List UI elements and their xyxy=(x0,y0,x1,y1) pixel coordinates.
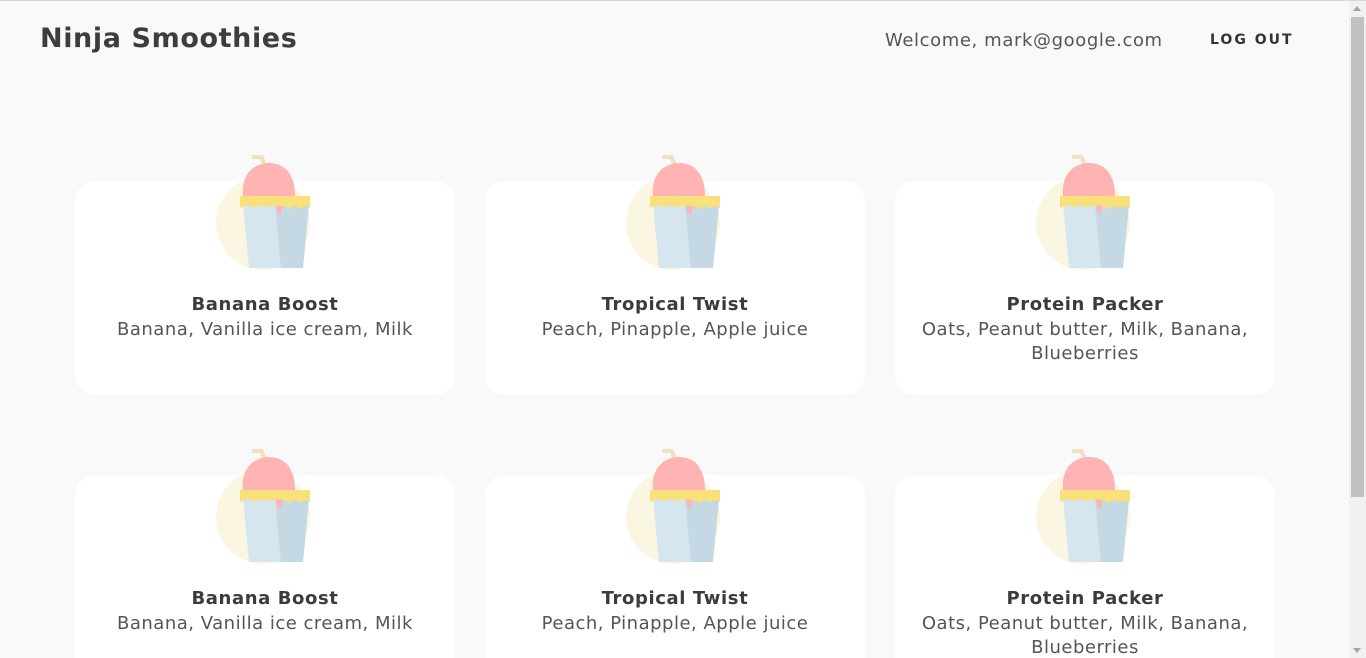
smoothie-cup-icon xyxy=(215,151,315,273)
smoothie-cup-icon xyxy=(1035,445,1135,567)
smoothie-title: Banana Boost xyxy=(191,294,339,315)
smoothie-cup-icon xyxy=(1035,151,1135,273)
brand-title[interactable]: Ninja Smoothies xyxy=(40,23,297,54)
welcome-text: Welcome, mark@google.com xyxy=(885,30,1163,51)
smoothie-card[interactable]: Tropical Twist Peach, Pinapple, Apple ju… xyxy=(485,445,865,658)
smoothie-card[interactable]: Banana Boost Banana, Vanilla ice cream, … xyxy=(75,151,455,395)
vertical-scrollbar[interactable] xyxy=(1349,1,1366,658)
smoothie-ingredients: Oats, Peanut butter, Milk, Banana, Blueb… xyxy=(921,319,1249,364)
smoothie-grid: Banana Boost Banana, Vanilla ice cream, … xyxy=(75,151,1275,658)
smoothie-ingredients: Peach, Pinapple, Apple juice xyxy=(541,613,809,634)
smoothie-ingredients: Banana, Vanilla ice cream, Milk xyxy=(117,319,413,340)
smoothie-card[interactable]: Banana Boost Banana, Vanilla ice cream, … xyxy=(75,445,455,658)
navbar: Ninja Smoothies Welcome, mark@google.com… xyxy=(0,1,1349,81)
smoothie-title: Tropical Twist xyxy=(601,294,749,315)
smoothie-card[interactable]: Protein Packer Oats, Peanut butter, Milk… xyxy=(895,445,1275,658)
smoothie-ingredients: Banana, Vanilla ice cream, Milk xyxy=(117,613,413,634)
smoothie-cup-icon xyxy=(625,151,725,273)
smoothie-title: Protein Packer xyxy=(1006,588,1164,609)
smoothie-title: Banana Boost xyxy=(191,588,339,609)
smoothie-title: Tropical Twist xyxy=(601,588,749,609)
smoothie-ingredients: Peach, Pinapple, Apple juice xyxy=(541,319,809,340)
page: Ninja Smoothies Welcome, mark@google.com… xyxy=(0,1,1349,658)
scrollbar-thumb[interactable] xyxy=(1351,17,1364,497)
smoothie-cup-icon xyxy=(215,445,315,567)
smoothie-card[interactable]: Protein Packer Oats, Peanut butter, Milk… xyxy=(895,151,1275,395)
logout-button[interactable]: LOG OUT xyxy=(1210,32,1294,48)
smoothie-card[interactable]: Tropical Twist Peach, Pinapple, Apple ju… xyxy=(485,151,865,395)
smoothie-ingredients: Oats, Peanut butter, Milk, Banana, Blueb… xyxy=(921,613,1249,658)
smoothie-cup-icon xyxy=(625,445,725,567)
smoothie-title: Protein Packer xyxy=(1006,294,1164,315)
scroll-up-arrow-icon[interactable] xyxy=(1353,6,1361,11)
scroll-down-arrow-icon[interactable] xyxy=(1353,648,1361,653)
